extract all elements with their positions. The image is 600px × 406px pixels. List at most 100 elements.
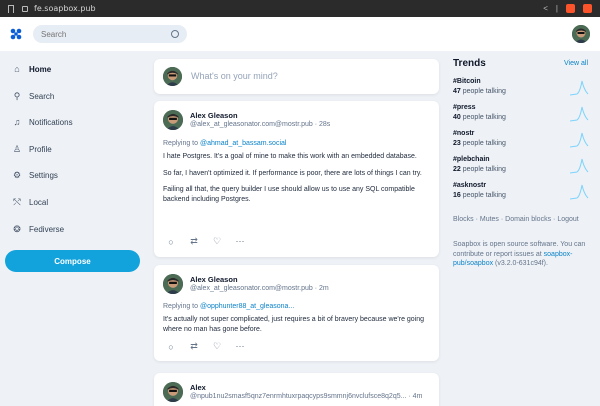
status-content: It's actually not super complicated, jus… [163, 315, 433, 341]
trend-count-number: 40 [453, 114, 461, 121]
sidebar-item-home[interactable]: ⌂ Home [12, 61, 51, 77]
top-navigation [0, 17, 600, 51]
trend-hashtag[interactable]: #Bitcoin [453, 78, 481, 85]
trend-hashtag[interactable]: #plebchain [453, 156, 490, 163]
gear-icon: ⚙ [12, 169, 22, 180]
sidebar-item-label: Local [29, 197, 49, 207]
bookmark-icon[interactable] [8, 4, 14, 13]
sidebar-item-label: Settings [29, 170, 58, 180]
status-card[interactable]: Alex Gleason @alex_at_gleasonator.com@mo… [154, 265, 439, 361]
trend-sparkline-icon [569, 158, 589, 174]
footer-link-logout[interactable]: Logout [557, 216, 578, 223]
trend-count-suffix: people talking [460, 140, 506, 147]
avatar[interactable] [163, 274, 183, 294]
sidebar-item-local[interactable]: ⤲ Local [12, 194, 48, 210]
trend-item[interactable]: #nostr 23 people talking [453, 130, 593, 152]
divider: | [555, 4, 558, 13]
avatar-image [163, 274, 183, 294]
footer-links: Blocks · Mutes · Domain blocks · Logout [453, 216, 579, 223]
address-bar[interactable]: fe.soapbox.pub [22, 4, 96, 13]
sidebar-item-label: Notifications [29, 117, 73, 127]
brave-shield-icon[interactable] [566, 4, 575, 13]
user-icon: ♙ [12, 143, 22, 154]
reply-icon[interactable]: ○ [165, 342, 177, 352]
brave-rewards-icon[interactable] [583, 4, 592, 13]
trend-count: 16 people talking [453, 192, 506, 199]
trend-hashtag[interactable]: #press [453, 104, 476, 111]
heart-icon[interactable]: ♡ [211, 236, 223, 247]
trend-hashtag[interactable]: #nostr [453, 130, 474, 137]
avatar[interactable] [163, 110, 183, 130]
footer-link-mutes[interactable]: Mutes [480, 216, 499, 223]
trend-sparkline-icon [569, 184, 589, 200]
more-icon[interactable]: ⋯ [234, 236, 246, 247]
composer-placeholder[interactable]: What's on your mind? [191, 71, 278, 81]
sidebar-item-settings[interactable]: ⚙ Settings [12, 167, 58, 183]
trend-item[interactable]: #plebchain 22 people talking [453, 156, 593, 178]
repost-icon[interactable]: ⇄ [188, 341, 200, 352]
sidebar-item-profile[interactable]: ♙ Profile [12, 141, 52, 157]
repost-icon[interactable]: ⇄ [188, 236, 200, 247]
trend-item[interactable]: #Bitcoin 47 people talking [453, 78, 593, 100]
reply-prefix: Replying to [163, 140, 200, 147]
search-icon[interactable] [171, 30, 179, 38]
trend-count: 40 people talking [453, 114, 506, 121]
lock-icon [22, 5, 28, 12]
account-avatar[interactable] [572, 25, 590, 43]
sidebar-item-search[interactable]: ⚲ Search [12, 88, 55, 104]
sidebar-item-notifications[interactable]: ♫ Notifications [12, 114, 73, 130]
trend-count-number: 22 [453, 166, 461, 173]
trend-count-suffix: people talking [460, 166, 506, 173]
trend-count-suffix: people talking [460, 88, 506, 95]
account-handle[interactable]: @npub1nu2smasf5qnz7enrmhtuxrpaqcyps9smmn… [190, 393, 422, 400]
status-paragraph: So far, I haven't optimized it. If perfo… [163, 169, 422, 177]
trend-count: 47 people talking [453, 88, 506, 95]
trend-count-suffix: people talking [460, 192, 506, 199]
trend-item[interactable]: #asknostr 16 people talking [453, 182, 593, 204]
trend-item[interactable]: #press 40 people talking [453, 104, 593, 126]
display-name[interactable]: Alex [190, 383, 206, 392]
trend-hashtag[interactable]: #asknostr [453, 182, 486, 189]
reply-icon[interactable]: ○ [165, 237, 177, 247]
account-handle[interactable]: @alex_at_gleasonator.com@mostr.pub · 28s [190, 121, 330, 128]
avatar[interactable] [163, 382, 183, 402]
trend-sparkline-icon [569, 106, 589, 122]
reply-mention-link[interactable]: @opphunter88_at_gleasona... [200, 303, 294, 310]
heart-icon[interactable]: ♡ [211, 341, 223, 352]
display-name[interactable]: Alex Gleason [190, 111, 238, 120]
home-icon: ⌂ [14, 64, 20, 74]
url-text: fe.soapbox.pub [34, 4, 96, 13]
account-handle[interactable]: @alex_at_gleasonator.com@mostr.pub · 2m [190, 285, 329, 292]
trends-title: Trends [453, 58, 486, 69]
search-input[interactable] [41, 29, 171, 39]
footer-link-domain-blocks[interactable]: Domain blocks [505, 216, 551, 223]
composer[interactable]: What's on your mind? [154, 59, 439, 94]
status-card[interactable]: Alex Gleason @alex_at_gleasonator.com@mo… [154, 101, 439, 257]
status-content: I hate Postgres. It's a goal of mine to … [163, 152, 433, 211]
sidebar-item-fediverse[interactable]: ❂ Fediverse [12, 221, 64, 237]
compose-button[interactable]: Compose [5, 250, 140, 272]
status-card[interactable]: Alex @npub1nu2smasf5qnz7enrmhtuxrpaqcyps… [154, 373, 439, 406]
trend-count: 23 people talking [453, 140, 506, 147]
search-box[interactable] [33, 25, 187, 43]
footer-link-blocks[interactable]: Blocks [453, 216, 474, 223]
soapbox-logo-icon[interactable] [10, 28, 22, 40]
fediverse-icon: ❂ [13, 223, 21, 234]
sidebar-item-label: Search [29, 91, 55, 101]
trend-sparkline-icon [569, 80, 589, 96]
reply-mention-link[interactable]: @ahmad_at_bassam.social [200, 140, 287, 147]
sidebar-item-label: Fediverse [29, 224, 65, 234]
more-icon[interactable]: ⋯ [234, 341, 246, 352]
footer-about: Soapbox is open source software. You can… [453, 240, 593, 269]
status-paragraph: Failing all that, the query builder I us… [163, 186, 415, 203]
version-text: (v3.2.0-631c94f). [493, 260, 548, 267]
status-paragraph: It's actually not super complicated, jus… [163, 316, 425, 333]
sidebar: ⌂ Home ⚲ Search ♫ Notifications ♙ Profil… [0, 51, 146, 406]
timeline: What's on your mind? Alex Gleason @alex_… [154, 51, 439, 406]
avatar-image [163, 382, 183, 402]
share-icon[interactable]: < [543, 4, 548, 13]
display-name[interactable]: Alex Gleason [190, 275, 238, 284]
view-all-link[interactable]: View all [564, 60, 588, 67]
browser-bar: fe.soapbox.pub < | [0, 0, 600, 17]
trend-count-suffix: people talking [460, 114, 506, 121]
